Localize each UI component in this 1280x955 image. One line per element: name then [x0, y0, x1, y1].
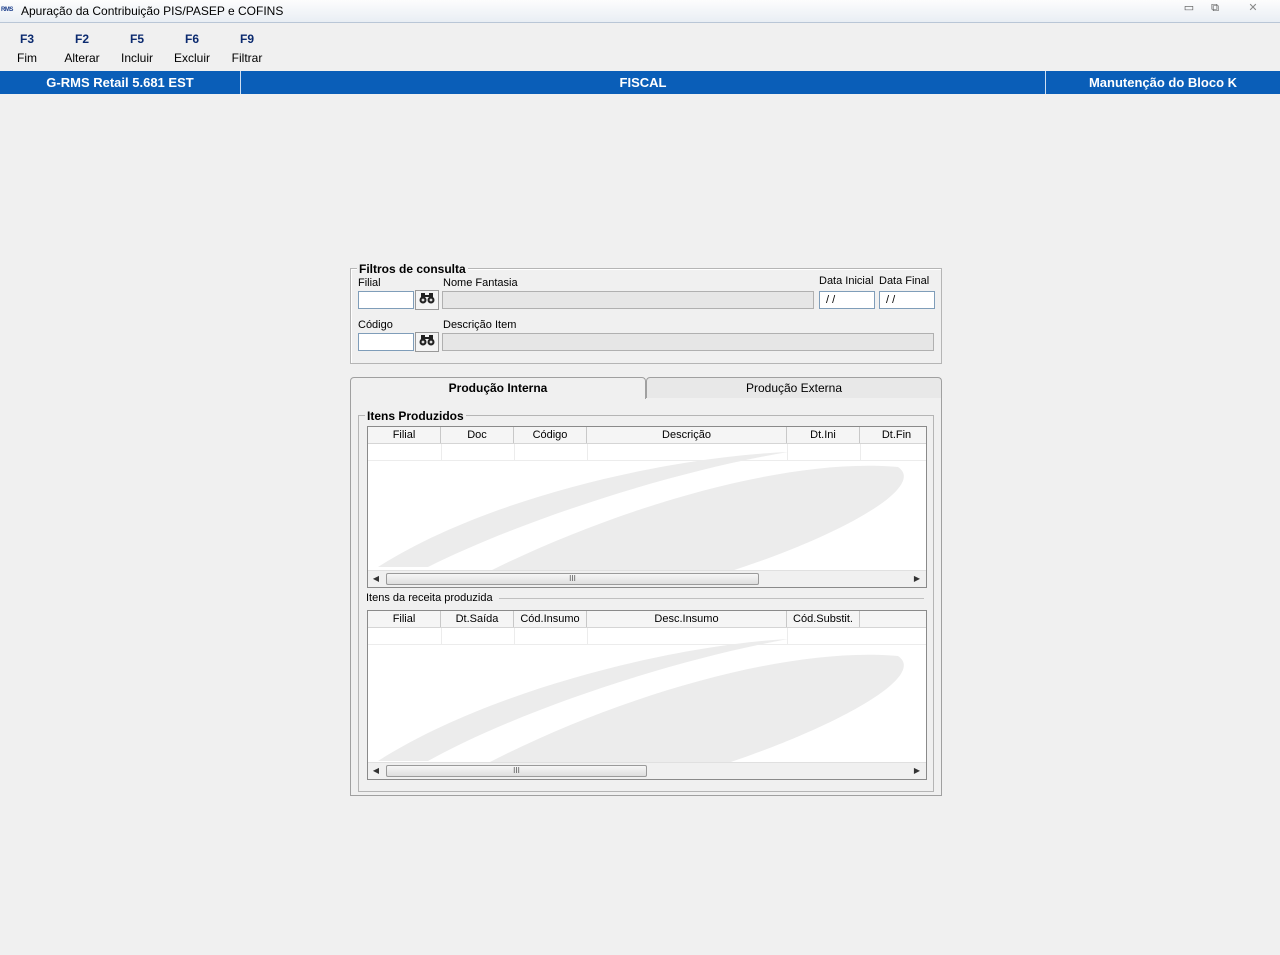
data-final-input[interactable]: / /: [879, 291, 935, 309]
cell-separator: [587, 444, 588, 460]
cell-separator: [514, 444, 515, 460]
cell-separator: [787, 444, 788, 460]
system-version: G-RMS Retail 5.681 EST: [0, 71, 241, 94]
itens-produzidos-title: Itens Produzidos: [365, 409, 466, 423]
window-title-bar: RMS Apuração da Contribuição PIS/PASEP e…: [0, 0, 1280, 23]
f3-key: F3: [19, 32, 34, 46]
nome-fantasia-field: [442, 291, 814, 309]
horizontal-scrollbar[interactable]: ◀ III ▶: [368, 762, 926, 779]
cell-separator: [860, 444, 861, 460]
col-filial[interactable]: Filial: [368, 611, 441, 627]
module-name: FISCAL: [241, 71, 1046, 94]
scroll-thumb[interactable]: III: [386, 765, 647, 777]
filial-input[interactable]: [358, 291, 414, 309]
scroll-thumb[interactable]: III: [386, 573, 759, 585]
col-desc-insumo[interactable]: Desc.Insumo: [587, 611, 787, 627]
itens-receita-title: Itens da receita produzida: [366, 592, 499, 604]
status-strip: G-RMS Retail 5.681 EST FISCAL Manutenção…: [0, 71, 1280, 94]
f2-key: F2: [74, 32, 89, 46]
scroll-right-icon[interactable]: ▶: [910, 763, 924, 779]
descricao-item-field: [442, 333, 934, 351]
col-dt-fin[interactable]: Dt.Fin: [860, 427, 926, 443]
codigo-search-button[interactable]: [415, 332, 439, 352]
cell-separator: [441, 628, 442, 644]
minimize-button[interactable]: ▭: [1176, 0, 1202, 17]
tab-producao-interna[interactable]: Produção Interna: [350, 377, 646, 399]
itens-receita-grid[interactable]: Filial Dt.Saída Cód.Insumo Desc.Insumo C…: [367, 610, 927, 780]
col-filial[interactable]: Filial: [368, 427, 441, 443]
app-icon: RMS: [1, 7, 13, 13]
screen-name: Manutenção do Bloco K: [1088, 75, 1238, 90]
incluir-label: Incluir: [120, 51, 153, 65]
col-dt-saida[interactable]: Dt.Saída: [441, 611, 514, 627]
filtrar-label: Filtrar: [231, 51, 263, 65]
filtrar-button[interactable]: F9 Filtrar: [222, 31, 272, 69]
close-button[interactable]: ✕: [1240, 0, 1266, 17]
f6-key: F6: [184, 32, 199, 46]
restore-button[interactable]: ⧉: [1202, 0, 1228, 17]
col-dt-ini[interactable]: Dt.Ini: [787, 427, 860, 443]
window-title: Apuração da Contribuição PIS/PASEP e COF…: [21, 4, 284, 18]
f5-key: F5: [129, 32, 144, 46]
col-extra: [860, 611, 926, 627]
codigo-label: Código: [358, 319, 393, 331]
col-descricao[interactable]: Descrição: [587, 427, 787, 443]
alterar-button[interactable]: F2 Alterar: [57, 31, 107, 69]
table-row[interactable]: [368, 444, 926, 461]
binoculars-icon: [419, 334, 435, 349]
grid-header: Filial Doc Código Descrição Dt.Ini Dt.Fi…: [368, 427, 926, 444]
scroll-left-icon[interactable]: ◀: [369, 763, 383, 779]
cell-separator: [441, 444, 442, 460]
function-key-toolbar: F3 Fim F2 Alterar F5 Incluir F6 Excluir …: [0, 31, 300, 67]
fim-button[interactable]: F3 Fim: [2, 31, 52, 69]
descricao-item-label: Descrição Item: [443, 319, 517, 331]
cell-separator: [587, 628, 588, 644]
binoculars-icon: [419, 292, 435, 307]
scroll-right-icon[interactable]: ▶: [910, 571, 924, 587]
data-final-label: Data Final: [879, 275, 930, 287]
col-codigo[interactable]: Código: [514, 427, 587, 443]
grid-header: Filial Dt.Saída Cód.Insumo Desc.Insumo C…: [368, 611, 926, 628]
nome-fantasia-label: Nome Fantasia: [443, 277, 518, 289]
col-cod-insumo[interactable]: Cód.Insumo: [514, 611, 587, 627]
table-row[interactable]: [368, 628, 926, 645]
f9-key: F9: [239, 32, 254, 46]
scroll-left-icon[interactable]: ◀: [369, 571, 383, 587]
incluir-button[interactable]: F5 Incluir: [112, 31, 162, 69]
filial-search-button[interactable]: [415, 290, 439, 310]
col-doc[interactable]: Doc: [441, 427, 514, 443]
fim-label: Fim: [17, 51, 37, 65]
cell-separator: [787, 628, 788, 644]
itens-produzidos-grid[interactable]: Filial Doc Código Descrição Dt.Ini Dt.Fi…: [367, 426, 927, 588]
tab-producao-externa[interactable]: Produção Externa: [646, 377, 942, 398]
cell-separator: [514, 628, 515, 644]
data-inicial-label: Data Inicial: [819, 275, 874, 287]
excluir-label: Excluir: [173, 51, 210, 65]
alterar-label: Alterar: [64, 51, 100, 65]
filters-title: Filtros de consulta: [357, 262, 468, 276]
codigo-input[interactable]: [358, 333, 414, 351]
filial-label: Filial: [358, 277, 381, 289]
data-inicial-input[interactable]: / /: [819, 291, 875, 309]
horizontal-scrollbar[interactable]: ◀ III ▶: [368, 570, 926, 587]
excluir-button[interactable]: F6 Excluir: [167, 31, 217, 69]
col-cod-substit[interactable]: Cód.Substit.: [787, 611, 860, 627]
